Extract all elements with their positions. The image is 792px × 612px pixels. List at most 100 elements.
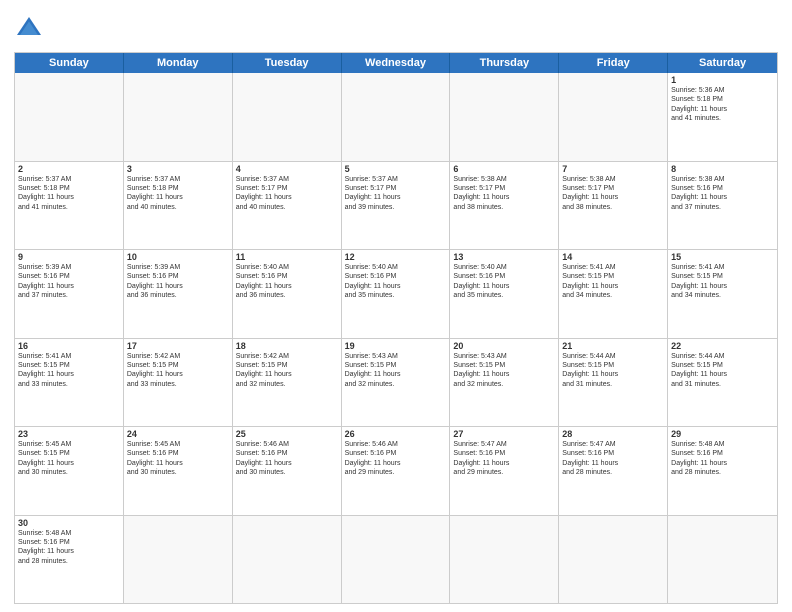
day-number: 18	[236, 341, 338, 351]
day-cell-empty	[559, 73, 668, 161]
day-cell-empty	[124, 73, 233, 161]
logo	[14, 14, 48, 44]
day-cell-22: 22Sunrise: 5:44 AM Sunset: 5:15 PM Dayli…	[668, 339, 777, 427]
day-info: Sunrise: 5:40 AM Sunset: 5:16 PM Dayligh…	[453, 263, 555, 301]
day-info: Sunrise: 5:47 AM Sunset: 5:16 PM Dayligh…	[562, 440, 664, 478]
day-cell-2: 2Sunrise: 5:37 AM Sunset: 5:18 PM Daylig…	[15, 162, 124, 250]
day-number: 26	[345, 429, 447, 439]
day-cell-10: 10Sunrise: 5:39 AM Sunset: 5:16 PM Dayli…	[124, 250, 233, 338]
day-cell-18: 18Sunrise: 5:42 AM Sunset: 5:15 PM Dayli…	[233, 339, 342, 427]
day-cell-25: 25Sunrise: 5:46 AM Sunset: 5:16 PM Dayli…	[233, 427, 342, 515]
day-info: Sunrise: 5:42 AM Sunset: 5:15 PM Dayligh…	[127, 352, 229, 390]
week-row-5: 30Sunrise: 5:48 AM Sunset: 5:16 PM Dayli…	[15, 516, 777, 604]
day-header-monday: Monday	[124, 53, 233, 73]
day-cell-21: 21Sunrise: 5:44 AM Sunset: 5:15 PM Dayli…	[559, 339, 668, 427]
day-info: Sunrise: 5:42 AM Sunset: 5:15 PM Dayligh…	[236, 352, 338, 390]
day-info: Sunrise: 5:37 AM Sunset: 5:18 PM Dayligh…	[127, 175, 229, 213]
day-header-tuesday: Tuesday	[233, 53, 342, 73]
day-cell-empty	[559, 516, 668, 604]
day-cell-23: 23Sunrise: 5:45 AM Sunset: 5:15 PM Dayli…	[15, 427, 124, 515]
week-row-3: 16Sunrise: 5:41 AM Sunset: 5:15 PM Dayli…	[15, 339, 777, 428]
day-info: Sunrise: 5:37 AM Sunset: 5:17 PM Dayligh…	[236, 175, 338, 213]
day-cell-15: 15Sunrise: 5:41 AM Sunset: 5:15 PM Dayli…	[668, 250, 777, 338]
day-number: 30	[18, 518, 120, 528]
day-number: 5	[345, 164, 447, 174]
day-number: 20	[453, 341, 555, 351]
day-number: 8	[671, 164, 774, 174]
page: SundayMondayTuesdayWednesdayThursdayFrid…	[0, 0, 792, 612]
day-info: Sunrise: 5:46 AM Sunset: 5:16 PM Dayligh…	[236, 440, 338, 478]
day-info: Sunrise: 5:44 AM Sunset: 5:15 PM Dayligh…	[671, 352, 774, 390]
day-number: 13	[453, 252, 555, 262]
day-info: Sunrise: 5:44 AM Sunset: 5:15 PM Dayligh…	[562, 352, 664, 390]
day-number: 24	[127, 429, 229, 439]
day-number: 10	[127, 252, 229, 262]
day-cell-1: 1Sunrise: 5:36 AM Sunset: 5:18 PM Daylig…	[668, 73, 777, 161]
day-number: 21	[562, 341, 664, 351]
day-number: 9	[18, 252, 120, 262]
day-cell-16: 16Sunrise: 5:41 AM Sunset: 5:15 PM Dayli…	[15, 339, 124, 427]
day-number: 23	[18, 429, 120, 439]
day-info: Sunrise: 5:41 AM Sunset: 5:15 PM Dayligh…	[671, 263, 774, 301]
day-cell-24: 24Sunrise: 5:45 AM Sunset: 5:16 PM Dayli…	[124, 427, 233, 515]
week-row-1: 2Sunrise: 5:37 AM Sunset: 5:18 PM Daylig…	[15, 162, 777, 251]
day-cell-empty	[450, 73, 559, 161]
day-cell-empty	[15, 73, 124, 161]
day-cell-empty	[233, 516, 342, 604]
day-info: Sunrise: 5:38 AM Sunset: 5:16 PM Dayligh…	[671, 175, 774, 213]
day-cell-27: 27Sunrise: 5:47 AM Sunset: 5:16 PM Dayli…	[450, 427, 559, 515]
week-row-2: 9Sunrise: 5:39 AM Sunset: 5:16 PM Daylig…	[15, 250, 777, 339]
day-info: Sunrise: 5:41 AM Sunset: 5:15 PM Dayligh…	[562, 263, 664, 301]
day-info: Sunrise: 5:37 AM Sunset: 5:18 PM Dayligh…	[18, 175, 120, 213]
day-info: Sunrise: 5:45 AM Sunset: 5:16 PM Dayligh…	[127, 440, 229, 478]
day-info: Sunrise: 5:48 AM Sunset: 5:16 PM Dayligh…	[671, 440, 774, 478]
day-info: Sunrise: 5:39 AM Sunset: 5:16 PM Dayligh…	[18, 263, 120, 301]
day-cell-28: 28Sunrise: 5:47 AM Sunset: 5:16 PM Dayli…	[559, 427, 668, 515]
day-info: Sunrise: 5:36 AM Sunset: 5:18 PM Dayligh…	[671, 86, 774, 124]
day-cell-14: 14Sunrise: 5:41 AM Sunset: 5:15 PM Dayli…	[559, 250, 668, 338]
day-info: Sunrise: 5:43 AM Sunset: 5:15 PM Dayligh…	[453, 352, 555, 390]
day-number: 11	[236, 252, 338, 262]
day-info: Sunrise: 5:39 AM Sunset: 5:16 PM Dayligh…	[127, 263, 229, 301]
day-cell-6: 6Sunrise: 5:38 AM Sunset: 5:17 PM Daylig…	[450, 162, 559, 250]
day-info: Sunrise: 5:38 AM Sunset: 5:17 PM Dayligh…	[453, 175, 555, 213]
day-number: 3	[127, 164, 229, 174]
header	[14, 10, 778, 44]
day-number: 12	[345, 252, 447, 262]
day-cell-empty	[450, 516, 559, 604]
day-info: Sunrise: 5:37 AM Sunset: 5:17 PM Dayligh…	[345, 175, 447, 213]
logo-icon	[14, 14, 44, 44]
day-cell-empty	[342, 73, 451, 161]
day-cell-11: 11Sunrise: 5:40 AM Sunset: 5:16 PM Dayli…	[233, 250, 342, 338]
day-cell-12: 12Sunrise: 5:40 AM Sunset: 5:16 PM Dayli…	[342, 250, 451, 338]
day-cell-19: 19Sunrise: 5:43 AM Sunset: 5:15 PM Dayli…	[342, 339, 451, 427]
day-cell-26: 26Sunrise: 5:46 AM Sunset: 5:16 PM Dayli…	[342, 427, 451, 515]
day-number: 17	[127, 341, 229, 351]
day-number: 7	[562, 164, 664, 174]
day-cell-4: 4Sunrise: 5:37 AM Sunset: 5:17 PM Daylig…	[233, 162, 342, 250]
day-cell-13: 13Sunrise: 5:40 AM Sunset: 5:16 PM Dayli…	[450, 250, 559, 338]
day-info: Sunrise: 5:46 AM Sunset: 5:16 PM Dayligh…	[345, 440, 447, 478]
day-info: Sunrise: 5:41 AM Sunset: 5:15 PM Dayligh…	[18, 352, 120, 390]
day-number: 16	[18, 341, 120, 351]
day-info: Sunrise: 5:40 AM Sunset: 5:16 PM Dayligh…	[236, 263, 338, 301]
day-cell-empty	[233, 73, 342, 161]
day-cell-9: 9Sunrise: 5:39 AM Sunset: 5:16 PM Daylig…	[15, 250, 124, 338]
calendar: SundayMondayTuesdayWednesdayThursdayFrid…	[14, 52, 778, 604]
day-info: Sunrise: 5:47 AM Sunset: 5:16 PM Dayligh…	[453, 440, 555, 478]
day-cell-29: 29Sunrise: 5:48 AM Sunset: 5:16 PM Dayli…	[668, 427, 777, 515]
day-number: 14	[562, 252, 664, 262]
day-cell-30: 30Sunrise: 5:48 AM Sunset: 5:16 PM Dayli…	[15, 516, 124, 604]
day-info: Sunrise: 5:43 AM Sunset: 5:15 PM Dayligh…	[345, 352, 447, 390]
day-cell-8: 8Sunrise: 5:38 AM Sunset: 5:16 PM Daylig…	[668, 162, 777, 250]
day-header-saturday: Saturday	[668, 53, 777, 73]
day-header-friday: Friday	[559, 53, 668, 73]
day-number: 29	[671, 429, 774, 439]
day-number: 1	[671, 75, 774, 85]
day-cell-17: 17Sunrise: 5:42 AM Sunset: 5:15 PM Dayli…	[124, 339, 233, 427]
day-cell-3: 3Sunrise: 5:37 AM Sunset: 5:18 PM Daylig…	[124, 162, 233, 250]
day-number: 25	[236, 429, 338, 439]
day-info: Sunrise: 5:38 AM Sunset: 5:17 PM Dayligh…	[562, 175, 664, 213]
day-header-thursday: Thursday	[450, 53, 559, 73]
day-number: 4	[236, 164, 338, 174]
